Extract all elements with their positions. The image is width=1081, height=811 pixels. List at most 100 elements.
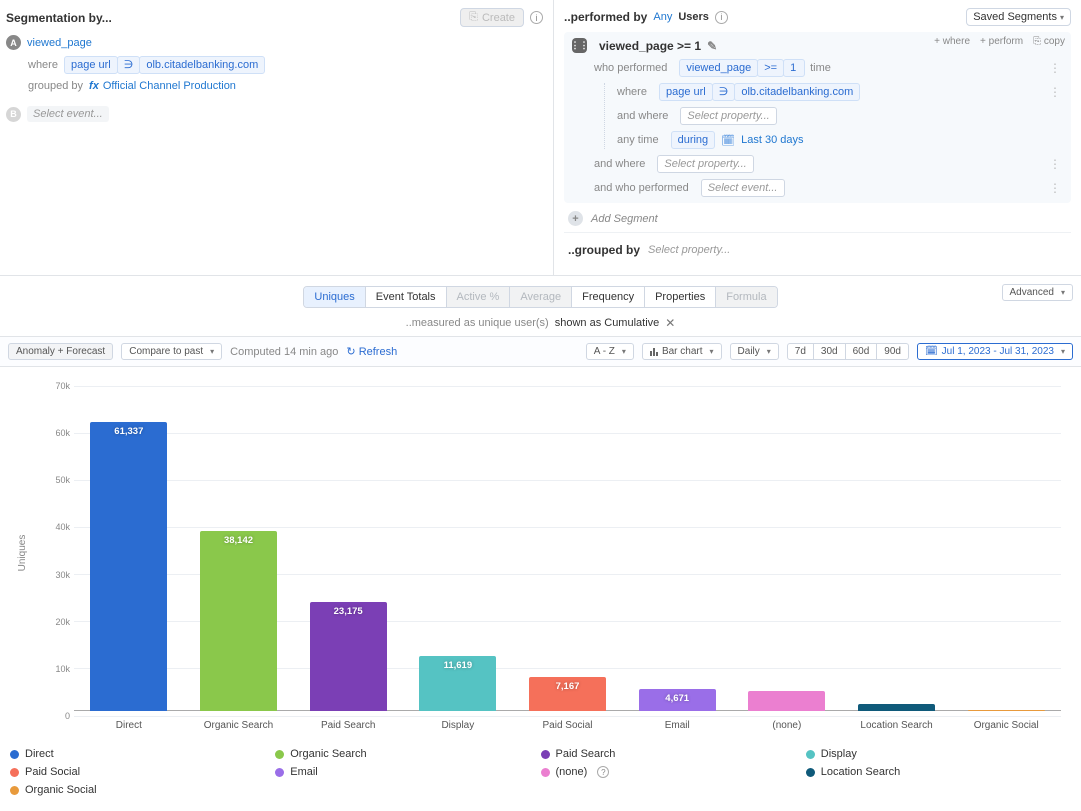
select-property-chip[interactable]: Select property... (680, 107, 776, 125)
who-performed-chip[interactable]: viewed_page >= 1 (679, 59, 804, 77)
x-label: Organic Search (184, 720, 294, 731)
measure-bar: Uniques Event Totals Active % Average Fr… (0, 276, 1081, 337)
event-badge-a: A (6, 35, 21, 50)
row-menu-icon[interactable]: ⋮ (1049, 181, 1061, 195)
x-label: Organic Social (951, 720, 1061, 731)
create-button[interactable]: ⎘ Create (460, 8, 524, 27)
who-performed-label: who performed (594, 62, 667, 74)
tab-event-totals[interactable]: Event Totals (366, 287, 447, 307)
last-30-days[interactable]: Last 30 days (741, 134, 803, 146)
and-who-performed-label: and who performed (594, 182, 689, 194)
grouped-by-label: ..grouped by (568, 241, 640, 259)
select-property-chip-2[interactable]: Select property... (657, 155, 753, 173)
row-menu-icon[interactable]: ⋮ (1049, 157, 1061, 171)
edit-segment-icon[interactable]: ✎ (707, 39, 717, 53)
where-filter-chip[interactable]: page url ∋ olb.citadelbanking.com (64, 56, 264, 74)
segment-box: ⋮⋮ viewed_page >= 1 ✎ + where + perform … (564, 32, 1071, 203)
bar-direct[interactable]: 61,337 (90, 422, 167, 711)
clear-measure-icon[interactable]: ✕ (665, 316, 675, 330)
performed-by-panel: ..performed by Any Users i Saved Segment… (554, 0, 1081, 275)
grouped-by-select[interactable]: Select property... (648, 244, 730, 256)
and-where-label: and where (594, 158, 645, 170)
chart-area: Uniques 010k20k30k40k50k60k70k61,33738,1… (0, 367, 1081, 739)
any-time-label: any time (617, 134, 659, 146)
chart-toolbar: Anomaly + Forecast Compare to past▾ Comp… (0, 337, 1081, 367)
range-shortcuts: 7d 30d 60d 90d (787, 343, 909, 360)
x-label: Paid Social (513, 720, 623, 731)
tab-frequency[interactable]: Frequency (572, 287, 645, 307)
performed-by-label: ..performed by (564, 8, 647, 26)
legend-item[interactable]: (none)? (541, 763, 806, 781)
groupedby-label: grouped by (28, 80, 83, 92)
groupedby-value[interactable]: Official Channel Production (103, 80, 236, 92)
bar-organic-social[interactable] (968, 710, 1045, 711)
bar-organic-search[interactable]: 38,142 (200, 531, 277, 711)
granularity-dropdown[interactable]: Daily▾ (730, 343, 779, 360)
add-where-action[interactable]: + where (934, 36, 970, 47)
legend-item[interactable]: Location Search (806, 763, 1071, 781)
legend-item[interactable]: Organic Search (275, 745, 540, 763)
anomaly-forecast-button[interactable]: Anomaly + Forecast (8, 343, 113, 360)
range-90d[interactable]: 90d (876, 343, 909, 360)
bar-location-search[interactable] (858, 704, 935, 711)
date-range-picker[interactable]: 🗓 Jul 1, 2023 - Jul 31, 2023▾ (917, 343, 1073, 360)
saved-segments-dropdown[interactable]: Saved Segments▾ (966, 8, 1071, 26)
nested-where-chip[interactable]: page url ∋ olb.citadelbanking.com (659, 83, 859, 101)
row-menu-icon[interactable]: ⋮ (1049, 61, 1061, 75)
nested-and-where-label: and where (617, 110, 668, 122)
chart-type-dropdown[interactable]: Bar chart▾ (642, 343, 722, 360)
range-60d[interactable]: 60d (845, 343, 878, 360)
range-30d[interactable]: 30d (813, 343, 846, 360)
tab-average: Average (510, 287, 572, 307)
compare-to-past-button[interactable]: Compare to past▾ (121, 343, 222, 360)
add-segment-text[interactable]: Add Segment (591, 213, 658, 225)
y-axis-label: Uniques (17, 535, 28, 572)
x-label: Paid Search (293, 720, 403, 731)
tab-uniques[interactable]: Uniques (304, 287, 365, 307)
bar-paid-social[interactable]: 7,167 (529, 677, 606, 711)
x-label: Display (403, 720, 513, 731)
event-a-name[interactable]: viewed_page (27, 37, 92, 49)
bar-display[interactable]: 11,619 (419, 656, 496, 711)
copy-action[interactable]: ⎘ copy (1033, 36, 1065, 47)
tab-properties[interactable]: Properties (645, 287, 716, 307)
info-icon[interactable]: i (530, 11, 543, 24)
segmentation-left-panel: Segmentation by... ⎘ Create i A viewed_p… (0, 0, 554, 275)
legend-item[interactable]: Direct (10, 745, 275, 763)
advanced-dropdown[interactable]: Advanced▾ (1002, 284, 1074, 301)
any-link[interactable]: Any (653, 11, 672, 23)
select-event-chip[interactable]: Select event... (701, 179, 785, 197)
users-text: Users (678, 11, 709, 23)
shown-as-text: shown as Cumulative (555, 317, 660, 329)
where-label: where (28, 59, 58, 71)
legend-item[interactable]: Organic Social (10, 781, 275, 799)
tab-formula: Formula (716, 287, 776, 307)
measured-as-text: ..measured as unique user(s) (406, 317, 549, 329)
legend-item[interactable]: Display (806, 745, 1071, 763)
add-segment-icon[interactable]: + (568, 211, 583, 226)
bar-email[interactable]: 4,671 (639, 689, 716, 711)
refresh-button[interactable]: ↻ Refresh (346, 345, 397, 358)
users-info-icon[interactable]: i (715, 11, 728, 24)
bar-paid-search[interactable]: 23,175 (310, 602, 387, 711)
bar--none-[interactable] (748, 691, 825, 711)
range-7d[interactable]: 7d (787, 343, 814, 360)
segment-icon: ⋮⋮ (572, 38, 587, 53)
legend-item[interactable]: Paid Search (541, 745, 806, 763)
sort-dropdown[interactable]: A - Z▾ (586, 343, 634, 360)
help-icon[interactable]: ? (597, 766, 609, 778)
add-perform-action[interactable]: + perform (980, 36, 1023, 47)
fx-icon: fx (89, 80, 99, 92)
who-unit: time (810, 62, 831, 74)
segmentation-title: Segmentation by... (6, 9, 112, 27)
legend-item[interactable]: Email (275, 763, 540, 781)
x-label: Direct (74, 720, 184, 731)
tab-active: Active % (447, 287, 511, 307)
row-menu-icon[interactable]: ⋮ (1049, 85, 1061, 99)
event-b-select[interactable]: Select event... (27, 106, 109, 122)
nested-where-label: where (617, 86, 647, 98)
legend-item[interactable]: Paid Social (10, 763, 275, 781)
during-chip[interactable]: during (671, 131, 716, 149)
calendar-icon[interactable]: 🗓 (721, 134, 735, 147)
legend: DirectOrganic SearchPaid SearchDisplay Pa… (0, 739, 1081, 805)
